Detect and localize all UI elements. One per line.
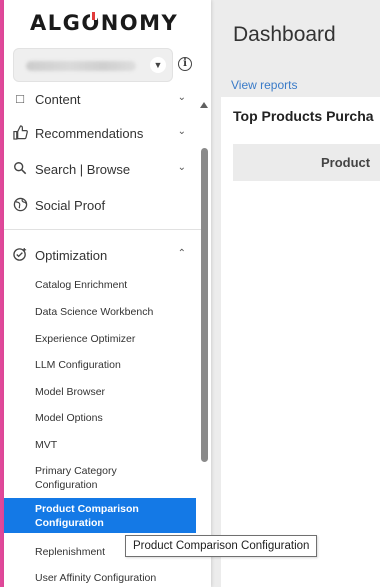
sidebar-nav: □ Content ⌄ Recommendations ⌄ Search | B… (4, 88, 211, 587)
content-icon: □ (16, 91, 24, 106)
sidebar-subitem-label: LLM Configuration (35, 359, 121, 371)
sidebar-subitem-user-affinity-configuration[interactable]: User Affinity Configuration (4, 571, 196, 585)
search-icon (12, 161, 28, 177)
top-products-panel: Top Products Purcha Product (221, 97, 380, 587)
sidebar-subitem-model-options[interactable]: Model Options (4, 411, 196, 425)
sidebar-subitem-model-browser[interactable]: Model Browser (4, 385, 196, 399)
sidebar-item-recommendations[interactable]: Recommendations ⌄ (4, 118, 196, 148)
chevron-down-icon: ⌄ (177, 126, 186, 137)
sidebar-subitem-llm-configuration[interactable]: LLM Configuration (4, 358, 196, 372)
sidebar-subitem-label: Experience Optimizer (35, 333, 136, 345)
optimization-icon (12, 247, 28, 263)
sidebar-subitem-product-comparison-configuration[interactable]: Product Comparison Configuration (4, 498, 196, 533)
logo-text-left: ALG (30, 11, 82, 35)
thumbs-up-icon (12, 125, 28, 141)
sidebar-subitem-label: Primary Category Configuration (35, 465, 117, 491)
sidebar-item-label: Search | Browse (35, 162, 131, 177)
site-selector[interactable]: ▼ (13, 48, 173, 82)
sidebar-item-label: Recommendations (35, 126, 144, 141)
sidebar-subitem-label: Catalog Enrichment (35, 279, 128, 291)
sidebar-subitem-catalog-enrichment[interactable]: Catalog Enrichment (4, 278, 196, 292)
scroll-up-arrow-icon[interactable] (200, 102, 208, 108)
sidebar-subitem-label: Data Science Workbench (35, 306, 154, 318)
site-selector-value-redacted (26, 61, 136, 71)
sidebar-subitem-label: Model Options (35, 412, 103, 424)
logo[interactable]: ALGO NOMY (30, 11, 178, 35)
table-header: Product (233, 144, 380, 181)
chevron-down-icon: ⌄ (177, 162, 186, 173)
panel-title: Top Products Purcha (233, 108, 374, 124)
sidebar-subitem-label: MVT (35, 439, 58, 451)
sidebar-item-optimization[interactable]: Optimization ⌃ (4, 240, 196, 270)
sidebar-subitem-label: Product Comparison Configuration (35, 503, 139, 529)
sidebar-subitem-mvt[interactable]: MVT (4, 438, 196, 452)
sidebar-subitem-experience-optimizer[interactable]: Experience Optimizer (4, 332, 196, 346)
view-reports-link[interactable]: View reports (231, 78, 297, 92)
scrollbar-thumb[interactable] (201, 148, 208, 462)
sidebar-scrollbar[interactable] (200, 100, 209, 587)
info-icon[interactable]: i (178, 57, 192, 71)
sidebar-item-label: Social Proof (35, 198, 106, 213)
sidebar-subitem-label: User Affinity Configuration (35, 572, 157, 584)
power-notch-icon (89, 12, 97, 20)
sidebar-subitem-label: Model Browser (35, 386, 106, 398)
column-header-product[interactable]: Product (321, 155, 370, 170)
sidebar-item-content[interactable]: □ Content ⌄ (4, 88, 196, 114)
logo-text-right: NOMY (100, 11, 179, 35)
sidebar-item-search-browse[interactable]: Search | Browse ⌄ (4, 154, 196, 184)
tooltip: Product Comparison Configuration (125, 535, 318, 557)
sidebar-divider (4, 229, 204, 230)
sidebar-subitem-data-science-workbench[interactable]: Data Science Workbench (4, 305, 196, 319)
sidebar-subitem-label: Replenishment (35, 546, 106, 558)
page-title: Dashboard (233, 23, 336, 46)
sidebar-item-label: Optimization (35, 248, 108, 263)
chevron-down-icon: ⌄ (177, 92, 186, 103)
chevron-down-icon[interactable]: ▼ (150, 57, 166, 73)
sidebar: ALGO NOMY ▼ i □ Content ⌄ Recommendations… (4, 0, 211, 587)
globe-icon (12, 197, 28, 213)
logo-power-o: O (81, 11, 100, 35)
sidebar-item-label: Content (35, 92, 81, 107)
sidebar-subitem-primary-category-configuration[interactable]: Primary Category Configuration (4, 464, 196, 492)
chevron-up-icon: ⌃ (177, 248, 186, 259)
sidebar-item-social-proof[interactable]: Social Proof (4, 190, 196, 220)
